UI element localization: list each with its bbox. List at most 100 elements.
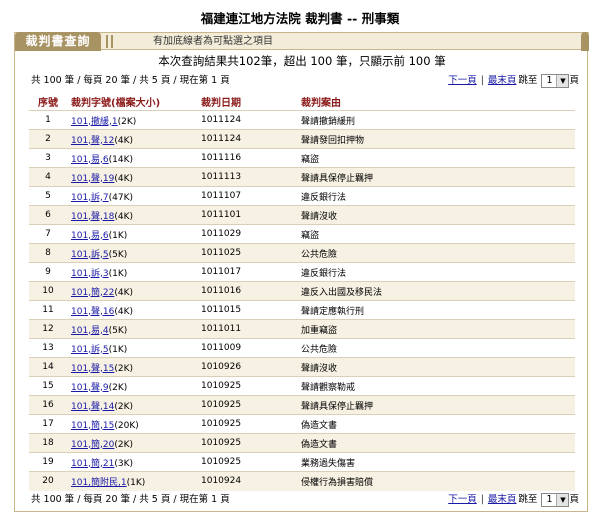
row-seq: 4 — [29, 167, 67, 187]
results-table: 序號 裁判字號(檔案大小) 裁判日期 裁判案由 1 101,撤緩,1(2K) 101… — [29, 93, 575, 491]
tab-divider — [111, 35, 113, 48]
row-seq: 8 — [29, 243, 67, 263]
case-link[interactable]: 101,聲,14 — [71, 402, 114, 412]
row-seq: 10 — [29, 281, 67, 301]
row-case-cell: 101,聲,19(4K) — [67, 167, 197, 187]
case-link[interactable]: 101,易,6 — [71, 155, 109, 165]
row-reason: 聲請撤銷緩刑 — [297, 110, 575, 130]
file-size: (4K) — [114, 211, 134, 222]
row-date: 1011029 — [197, 224, 297, 244]
row-seq: 15 — [29, 376, 67, 396]
row-seq: 1 — [29, 110, 67, 130]
table-row: 14 101,聲,15(2K) 1010926 聲請沒收 — [29, 357, 575, 377]
jump-label: 跳至 — [518, 75, 538, 86]
page-select[interactable]: 1 ▼ — [541, 74, 570, 88]
page-unit-label: 頁 — [569, 494, 579, 505]
row-case-cell: 101,訴,7(47K) — [67, 186, 197, 206]
row-reason: 侵權行為損害賠償 — [297, 471, 575, 491]
case-link[interactable]: 101,聲,16 — [71, 307, 114, 317]
row-case-cell: 101,聲,18(4K) — [67, 205, 197, 225]
table-row: 19 101,簡,21(3K) 1010925 業務過失傷害 — [29, 452, 575, 472]
row-date: 1011025 — [197, 243, 297, 263]
row-reason: 偽造文書 — [297, 414, 575, 434]
case-link[interactable]: 101,訴,5 — [71, 345, 109, 355]
case-link[interactable]: 101,聲,18 — [71, 212, 114, 222]
row-seq: 20 — [29, 471, 67, 491]
row-seq: 13 — [29, 338, 67, 358]
table-row: 7 101,易,6(1K) 1011029 竊盜 — [29, 224, 575, 244]
case-link[interactable]: 101,訴,7 — [71, 193, 109, 203]
case-link[interactable]: 101,易,4 — [71, 326, 109, 336]
page-select-value: 1 — [546, 494, 553, 505]
case-link[interactable]: 101,聲,9 — [71, 383, 109, 393]
row-reason: 業務過失傷害 — [297, 452, 575, 472]
row-date: 1010925 — [197, 433, 297, 453]
row-seq: 18 — [29, 433, 67, 453]
case-link[interactable]: 101,簡,22 — [71, 288, 114, 298]
table-row: 10 101,簡,22(4K) 1011016 違反入出國及移民法 — [29, 281, 575, 301]
table-row: 5 101,訴,7(47K) 1011107 違反銀行法 — [29, 186, 575, 206]
row-date: 1011124 — [197, 129, 297, 149]
row-date: 1011016 — [197, 281, 297, 301]
case-link[interactable]: 101,易,6 — [71, 231, 109, 241]
column-header-date: 裁判日期 — [197, 93, 297, 111]
file-size: (1K) — [108, 230, 128, 241]
row-seq: 2 — [29, 129, 67, 149]
case-link[interactable]: 101,訴,5 — [71, 250, 109, 260]
pager-nav: 下一頁 | 最末頁 跳至 1 ▼ 頁 — [448, 491, 579, 509]
case-link[interactable]: 101,簡,20 — [71, 440, 114, 450]
row-reason: 竊盜 — [297, 148, 575, 168]
chevron-down-icon[interactable]: ▼ — [556, 494, 569, 506]
next-page-link[interactable]: 下一頁 — [448, 72, 477, 90]
file-size: (5K) — [108, 325, 128, 336]
table-row: 20 101,簡附民,1(1K) 1010924 侵權行為損害賠償 — [29, 471, 575, 491]
case-link[interactable]: 101,撤緩,1 — [71, 117, 118, 127]
row-reason: 違反銀行法 — [297, 186, 575, 206]
case-link[interactable]: 101,簡附民,1 — [71, 478, 127, 488]
row-date: 1010924 — [197, 471, 297, 491]
row-case-cell: 101,易,6(1K) — [67, 224, 197, 244]
row-date: 1010925 — [197, 452, 297, 472]
pager-separator: | — [480, 75, 484, 86]
row-date: 1011116 — [197, 148, 297, 168]
row-case-cell: 101,聲,15(2K) — [67, 357, 197, 377]
row-case-cell: 101,聲,16(4K) — [67, 300, 197, 320]
row-date: 1011124 — [197, 110, 297, 130]
case-link[interactable]: 101,聲,12 — [71, 136, 114, 146]
table-row: 2 101,聲,12(4K) 1011124 聲請發回扣押物 — [29, 129, 575, 149]
last-page-link[interactable]: 最末頁 — [488, 72, 517, 90]
row-seq: 6 — [29, 205, 67, 225]
case-link[interactable]: 101,聲,19 — [71, 174, 114, 184]
table-row: 18 101,簡,20(2K) 1010925 偽造文書 — [29, 433, 575, 453]
case-link[interactable]: 101,簡,21 — [71, 459, 114, 469]
row-case-cell: 101,聲,12(4K) — [67, 129, 197, 149]
page-title: 福建連江地方法院 裁判書 -- 刑事類 — [200, 11, 400, 26]
file-size: (3K) — [114, 458, 134, 469]
column-header-case: 裁判字號(檔案大小) — [67, 93, 197, 111]
row-date: 1011107 — [197, 186, 297, 206]
tab-judgment-search[interactable]: 裁判書查詢 — [15, 32, 101, 51]
file-size: (2K) — [117, 116, 137, 127]
case-link[interactable]: 101,聲,15 — [71, 364, 114, 374]
row-reason: 違反銀行法 — [297, 262, 575, 282]
next-page-link[interactable]: 下一頁 — [448, 491, 477, 509]
row-reason: 竊盜 — [297, 224, 575, 244]
row-case-cell: 101,易,4(5K) — [67, 319, 197, 339]
table-row: 4 101,聲,19(4K) 1011113 聲請具保停止羈押 — [29, 167, 575, 187]
row-date: 1010925 — [197, 414, 297, 434]
tab-bar-end — [581, 32, 589, 51]
page-select[interactable]: 1 ▼ — [541, 493, 570, 507]
pager-separator: | — [480, 494, 484, 505]
file-size: (47K) — [108, 192, 134, 203]
jump-label: 跳至 — [518, 494, 538, 505]
table-row: 3 101,易,6(14K) 1011116 竊盜 — [29, 148, 575, 168]
table-header-row: 序號 裁判字號(檔案大小) 裁判日期 裁判案由 — [29, 93, 575, 111]
case-link[interactable]: 101,訴,3 — [71, 269, 109, 279]
file-size: (1K) — [126, 477, 146, 488]
file-size: (20K) — [114, 420, 139, 431]
table-row: 8 101,訴,5(5K) 1011025 公共危險 — [29, 243, 575, 263]
case-link[interactable]: 101,簡,15 — [71, 421, 114, 431]
chevron-down-icon[interactable]: ▼ — [556, 75, 569, 87]
last-page-link[interactable]: 最末頁 — [488, 491, 517, 509]
row-reason: 聲請定應執行刑 — [297, 300, 575, 320]
